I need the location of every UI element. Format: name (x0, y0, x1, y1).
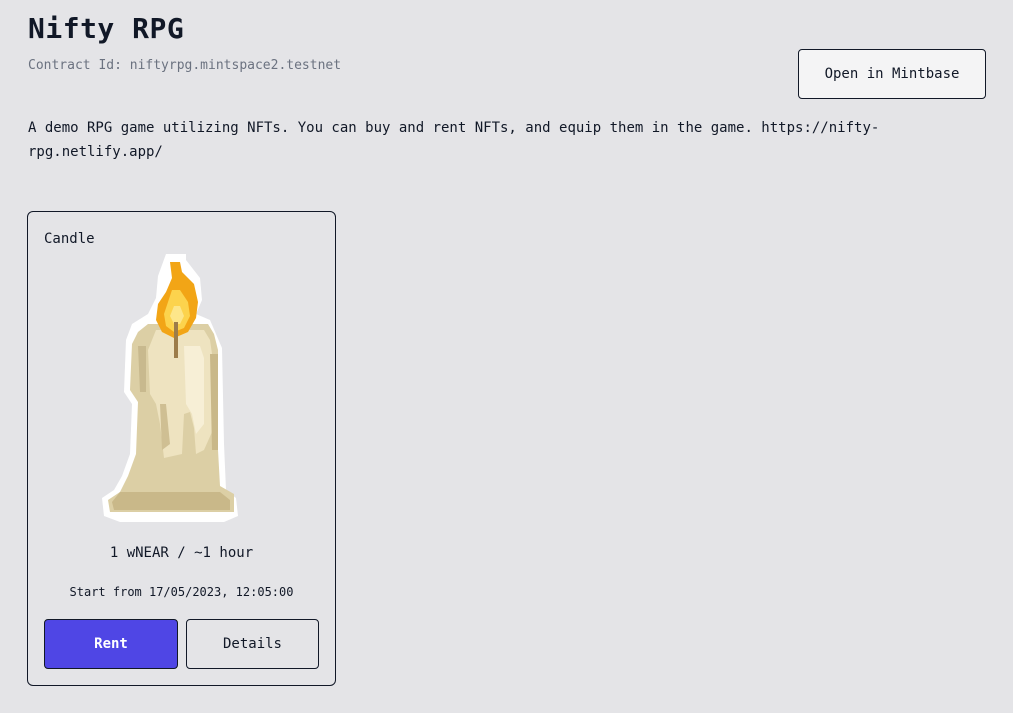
contract-id: Contract Id: niftyrpg.mintspace2.testnet (28, 58, 342, 73)
rent-start-time: Start from 17/05/2023, 12:05:00 (69, 585, 294, 599)
rent-price: 1 wNEAR / ~1 hour (109, 545, 254, 561)
details-button[interactable]: Details (186, 619, 319, 669)
open-in-mintbase-button[interactable]: Open in Mintbase (798, 49, 986, 99)
collection-description: A demo RPG game utilizing NFTs. You can … (28, 120, 880, 160)
rent-button[interactable]: Rent (44, 619, 178, 669)
nft-card-name: Candle (44, 231, 95, 247)
nft-card: Candle 1 wNEAR / ~1 hour Start from 17/0… (27, 211, 336, 686)
page-title: Nifty RPG (28, 12, 185, 45)
candle-icon (102, 254, 238, 522)
